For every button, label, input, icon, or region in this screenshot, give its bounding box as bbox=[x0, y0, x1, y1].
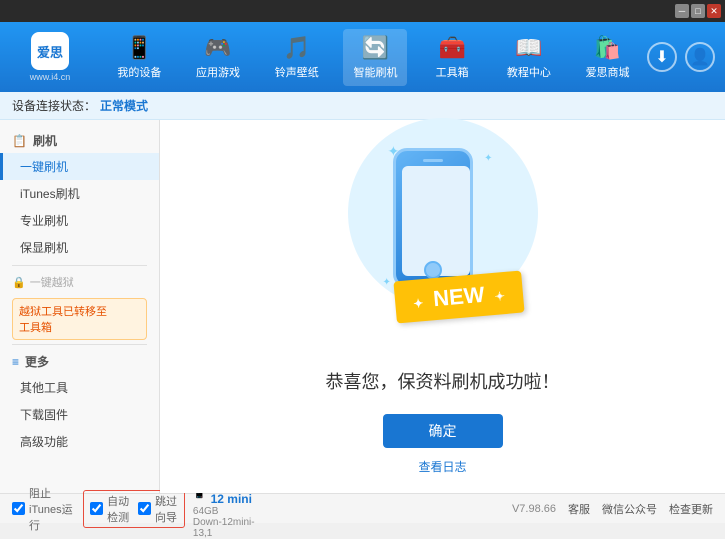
close-button[interactable]: ✕ bbox=[707, 4, 721, 18]
flash-section-header: 📋 刷机 bbox=[0, 128, 159, 153]
device-model: Down-12mini-13,1 bbox=[193, 517, 262, 539]
maximize-button[interactable]: □ bbox=[691, 4, 705, 18]
nav-toolbox[interactable]: 🧰 工具箱 bbox=[422, 29, 482, 86]
nav-tutorials[interactable]: 📖 教程中心 bbox=[497, 29, 561, 86]
header: 爱思 www.i4.cn 📱 我的设备 🎮 应用游戏 🎵 铃声壁纸 🔄 智能刷机… bbox=[0, 22, 725, 92]
auto-connect-checkbox[interactable] bbox=[90, 502, 103, 515]
sidebar-item-advanced[interactable]: 高级功能 bbox=[0, 428, 159, 455]
check-update-link[interactable]: 检查更新 bbox=[669, 501, 713, 517]
content-area: ✦ ✦ ✦ NEW 恭喜您，保资料刷机成功啦！ 确定 查看日志 bbox=[160, 120, 725, 493]
minimize-button[interactable]: ─ bbox=[675, 4, 689, 18]
phone-illustration-container: ✦ ✦ ✦ NEW bbox=[383, 138, 503, 338]
apps-games-icon: 🎮 bbox=[204, 35, 231, 61]
flash-section-icon: 📋 bbox=[12, 134, 27, 148]
stop-itunes-checkbox[interactable] bbox=[12, 502, 25, 515]
nav-bar: 📱 我的设备 🎮 应用游戏 🎵 铃声壁纸 🔄 智能刷机 🧰 工具箱 📖 教程中心… bbox=[100, 29, 647, 86]
confirm-button[interactable]: 确定 bbox=[383, 414, 503, 448]
wechat-official-link[interactable]: 微信公众号 bbox=[602, 501, 657, 517]
sidebar-divider-1 bbox=[12, 265, 147, 266]
phone-speaker bbox=[423, 159, 443, 162]
user-button[interactable]: 👤 bbox=[685, 42, 715, 72]
skip-wizard-checkbox[interactable] bbox=[138, 502, 151, 515]
nav-isee-mall[interactable]: 🛍️ 爱思商城 bbox=[576, 29, 640, 86]
view-log-link[interactable]: 查看日志 bbox=[418, 458, 466, 475]
nav-my-device[interactable]: 📱 我的设备 bbox=[107, 29, 171, 86]
status-bar: 设备连接状态： 正常模式 bbox=[0, 92, 725, 120]
stop-itunes-checkbox-group[interactable]: 阻止iTunes运行 bbox=[12, 485, 75, 533]
sidebar-item-save-flash[interactable]: 保显刷机 bbox=[0, 234, 159, 261]
sidebar-item-download-firmware[interactable]: 下载固件 bbox=[0, 401, 159, 428]
logo-icon: 爱思 bbox=[31, 32, 69, 70]
sidebar-item-one-click-flash[interactable]: 一键刷机 bbox=[0, 153, 159, 180]
isee-mall-icon: 🛍️ bbox=[594, 35, 621, 61]
lock-icon: 🔒 bbox=[12, 276, 26, 289]
footer: 阻止iTunes运行 自动检测 跳过向导 📱 iPhone 12 mini 64… bbox=[0, 493, 725, 523]
star-icon-2: ✦ bbox=[484, 153, 492, 164]
customer-service-link[interactable]: 客服 bbox=[568, 501, 590, 517]
sidebar-item-pro-flash[interactable]: 专业刷机 bbox=[0, 207, 159, 234]
main-layout: 📋 刷机 一键刷机 iTunes刷机 专业刷机 保显刷机 🔒 一键越狱 越狱工具… bbox=[0, 120, 725, 493]
nav-apps-games[interactable]: 🎮 应用游戏 bbox=[186, 29, 250, 86]
more-section-header: ≡ 更多 bbox=[0, 349, 159, 374]
footer-right: V7.98.66 客服 微信公众号 检查更新 bbox=[512, 501, 713, 517]
header-actions: ⬇ 👤 bbox=[647, 42, 715, 72]
sidebar-item-itunes-flash[interactable]: iTunes刷机 bbox=[0, 180, 159, 207]
tutorials-icon: 📖 bbox=[515, 35, 542, 61]
checkbox-box: 自动检测 跳过向导 bbox=[83, 490, 185, 528]
sidebar-jailbreak-note: 越狱工具已转移至工具箱 bbox=[12, 298, 147, 340]
sidebar-item-other-tools[interactable]: 其他工具 bbox=[0, 374, 159, 401]
phone-illustration: ✦ ✦ ✦ NEW bbox=[383, 138, 503, 338]
toolbox-icon: 🧰 bbox=[438, 35, 465, 61]
version-text: V7.98.66 bbox=[512, 503, 556, 515]
nav-smart-flash[interactable]: 🔄 智能刷机 bbox=[343, 29, 407, 86]
ringtones-icon: 🎵 bbox=[283, 35, 310, 61]
logo-subtitle: www.i4.cn bbox=[30, 72, 71, 82]
sidebar: 📋 刷机 一键刷机 iTunes刷机 专业刷机 保显刷机 🔒 一键越狱 越狱工具… bbox=[0, 120, 160, 493]
skip-wizard-checkbox-group[interactable]: 跳过向导 bbox=[138, 493, 178, 525]
more-section: ≡ 更多 其他工具 下载固件 高级功能 bbox=[0, 349, 159, 455]
phone-home-button bbox=[424, 261, 442, 279]
flash-section: 📋 刷机 一键刷机 iTunes刷机 专业刷机 保显刷机 bbox=[0, 128, 159, 261]
sidebar-divider-2 bbox=[12, 344, 147, 345]
download-button[interactable]: ⬇ bbox=[647, 42, 677, 72]
sidebar-locked-jailbreak: 🔒 一键越狱 bbox=[0, 270, 159, 294]
more-section-icon: ≡ bbox=[12, 355, 19, 369]
my-device-icon: 📱 bbox=[126, 35, 153, 61]
smart-flash-icon: 🔄 bbox=[362, 35, 389, 61]
phone-body bbox=[393, 148, 473, 288]
auto-connect-checkbox-group[interactable]: 自动检测 bbox=[90, 493, 130, 525]
device-storage: 64GB bbox=[193, 506, 262, 517]
success-message: 恭喜您，保资料刷机成功啦！ bbox=[326, 368, 560, 394]
star-icon-3: ✦ bbox=[383, 277, 391, 288]
app-logo: 爱思 www.i4.cn bbox=[10, 32, 90, 82]
title-bar: ─ □ ✕ bbox=[0, 0, 725, 22]
phone-screen bbox=[402, 166, 470, 276]
nav-ringtones[interactable]: 🎵 铃声壁纸 bbox=[265, 29, 329, 86]
star-icon-1: ✦ bbox=[388, 143, 400, 160]
